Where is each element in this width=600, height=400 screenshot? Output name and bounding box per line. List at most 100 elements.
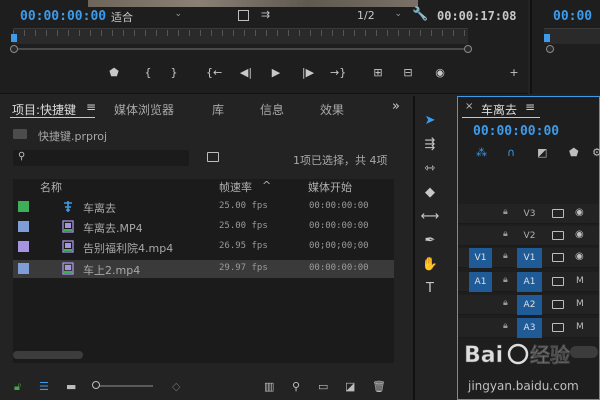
list-item[interactable]: 告别福利院4.mp4 26.95 fps 00;00;00;00 [13,238,394,256]
go-to-out-icon[interactable]: →} [330,66,346,79]
mark-out-icon[interactable]: } [166,66,182,79]
tab-effects[interactable]: 效果 [320,101,344,118]
list-item[interactable]: 车离去 25.00 fps 00:00:00:00 [13,198,394,216]
program-timecode[interactable]: 00:00 [553,9,592,24]
pen-tool-icon[interactable]: ✒ [420,233,440,248]
playhead[interactable] [11,34,17,42]
new-search-bin-icon[interactable] [207,152,219,162]
track-a2[interactable]: 🔒︎ A2 M [458,295,599,315]
timeline-timecode[interactable]: 00:00:00:00 [473,124,559,139]
add-button-icon[interactable]: + [506,66,522,79]
nest-icon[interactable]: ⁂ [476,146,487,159]
label-color-swatch[interactable] [18,201,29,212]
program-scrub-bar[interactable] [544,28,600,44]
icon-view-icon[interactable]: ▬ [66,380,76,393]
track-select-tool-icon[interactable]: ⇶ [420,137,440,152]
track-v2[interactable]: 🔒︎ V2 ◉ [458,226,599,246]
track-lock-icon[interactable]: 🔒︎ [503,321,508,331]
settings-monitor-icon[interactable] [238,10,249,21]
eye-icon[interactable]: ◉ [575,207,584,218]
go-to-in-icon[interactable]: {← [206,66,222,79]
zoom-handle-left[interactable] [10,45,18,53]
panel-menu-icon[interactable]: ≡ [86,100,96,114]
label-color-swatch[interactable] [18,263,29,274]
sync-lock-icon[interactable] [552,209,564,218]
track-v1[interactable]: V1 🔒︎ V1 ◉ [458,248,599,268]
column-header-name[interactable]: 名称 [40,179,62,195]
label-color-swatch[interactable] [18,221,29,232]
track-lock-icon[interactable]: 🔒︎ [503,251,508,261]
marker-icon[interactable]: ⬟ [106,66,122,79]
list-item[interactable]: 车上2.mp4 29.97 fps 00:00:00:00 [13,260,394,278]
overwrite-icon[interactable]: ⊟ [400,66,416,79]
file-name[interactable]: 告别福利院4.mp4 [83,240,173,256]
step-forward-icon[interactable]: |▶ [300,66,316,79]
export-frame-icon[interactable]: ◉ [432,66,448,79]
play-icon[interactable]: ▶ [268,66,284,79]
snap-magnet-icon[interactable]: ∩ [507,146,515,159]
sort-ascending-icon[interactable]: ^ [262,179,271,192]
zoom-scroll-bar[interactable] [13,48,468,50]
zoom-slider-knob[interactable] [92,381,100,389]
eye-icon[interactable]: ◉ [575,229,584,240]
resolution-dropdown[interactable]: 1/2 ⌄ [357,9,402,24]
drag-audio-icon[interactable]: ⇉ [261,8,270,21]
linked-selection-icon[interactable]: ◩ [537,146,547,159]
program-zoom-handle[interactable] [546,45,554,53]
eye-icon[interactable]: ◉ [575,251,584,262]
track-a1[interactable]: A1 🔒︎ A1 M [458,272,599,292]
timeline-menu-icon[interactable]: ≡ [525,100,535,114]
mute-button[interactable]: M [576,322,584,332]
mute-button[interactable]: M [576,299,584,309]
track-target[interactable]: V2 [517,226,542,246]
source-patch-v1[interactable]: V1 [469,248,492,268]
panel-overflow-icon[interactable]: » [392,99,400,114]
new-item-icon[interactable]: ◪ [345,380,355,393]
find-icon[interactable]: ⚲ [292,380,300,393]
file-name[interactable]: 车离去 [83,200,116,216]
horizontal-scrollbar[interactable] [13,351,83,359]
track-target[interactable]: A1 [517,272,542,292]
close-icon[interactable]: × [465,101,473,112]
track-lock-icon[interactable]: 🔒︎ [503,298,508,308]
settings-icon[interactable]: ⚙ [592,146,600,159]
timeline-sequence-tab[interactable]: 车离去 [481,101,517,118]
list-view-icon[interactable]: ☰ [39,380,49,393]
track-target[interactable]: V3 [517,204,542,224]
track-v3[interactable]: 🔒︎ V3 ◉ [458,204,599,224]
insert-icon[interactable]: ⊞ [370,66,386,79]
sort-icons-icon[interactable]: ◇ [172,380,180,393]
mark-in-icon[interactable]: { [140,66,156,79]
track-target[interactable]: V1 [517,248,542,268]
column-header-frame-rate[interactable]: 帧速率 [219,179,252,195]
sync-lock-icon[interactable] [552,277,564,286]
track-lock-icon[interactable]: 🔒︎ [503,229,508,239]
track-target[interactable]: A2 [517,295,542,315]
list-item[interactable]: 车离去.MP4 25.00 fps 00:00:00:00 [13,218,394,236]
sync-lock-icon[interactable] [552,231,564,240]
zoom-handle-right[interactable] [464,45,472,53]
track-lock-icon[interactable]: 🔒︎ [503,207,508,217]
new-bin-icon[interactable]: ▭ [318,380,328,393]
step-back-icon[interactable]: ◀| [238,66,254,79]
ripple-edit-tool-icon[interactable]: ⇿ [420,161,440,176]
thumbnail-zoom-slider[interactable] [93,385,153,387]
automate-to-sequence-icon[interactable]: ▥ [264,380,274,393]
tab-libraries[interactable]: 库 [212,101,224,118]
wrench-icon[interactable]: 🔧 [412,7,428,22]
sync-lock-icon[interactable] [552,253,564,262]
razor-tool-icon[interactable]: ◆ [420,185,440,200]
program-playhead[interactable] [544,34,550,42]
track-lock-icon[interactable]: 🔒︎ [503,275,508,285]
lock-icon[interactable]: 🔓︎ [14,380,21,394]
source-patch-a1[interactable]: A1 [469,272,492,292]
tab-media-browser[interactable]: 媒体浏览器 [114,101,174,118]
search-input[interactable] [13,150,189,166]
label-color-swatch[interactable] [18,241,29,252]
column-header-media-start[interactable]: 媒体开始 [308,179,352,195]
trash-icon[interactable]: 🗑︎ [372,380,386,393]
tab-project[interactable]: 项目:快捷键 [12,101,76,118]
file-name[interactable]: 车离去.MP4 [83,220,143,236]
sync-lock-icon[interactable] [552,300,564,309]
source-timecode[interactable]: 00:00:00:00 [20,9,106,24]
